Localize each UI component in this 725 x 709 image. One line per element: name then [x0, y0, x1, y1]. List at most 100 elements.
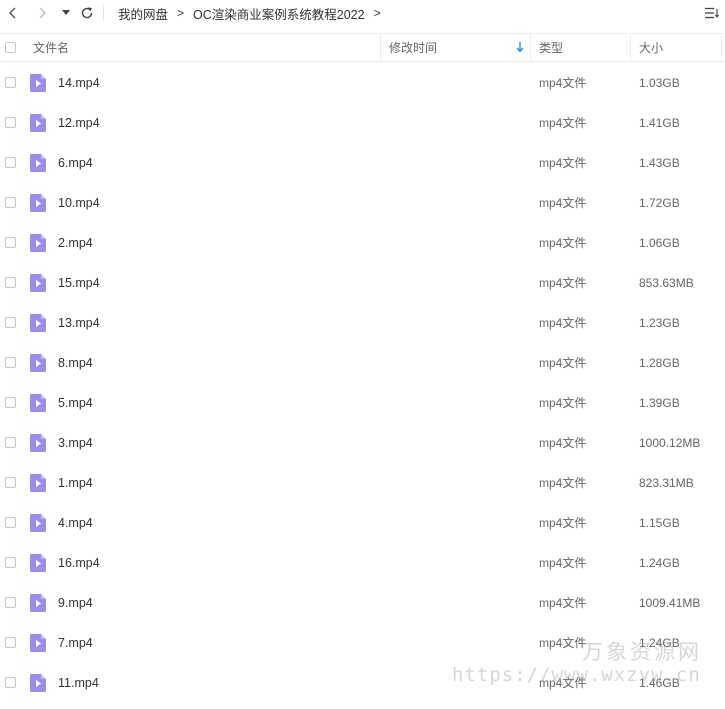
caret-down-icon — [62, 10, 70, 15]
file-row[interactable]: 9.mp4 mp4文件 1009.41MB — [0, 583, 725, 623]
file-row[interactable]: 2.mp4 mp4文件 1.06GB — [0, 223, 725, 263]
file-type: mp4文件 — [539, 396, 587, 410]
chevron-right-icon — [39, 7, 46, 19]
select-all-checkbox[interactable] — [5, 42, 16, 53]
file-name: 6.mp4 — [58, 156, 93, 170]
video-file-icon — [30, 234, 46, 252]
back-button[interactable] — [5, 3, 21, 23]
file-name: 13.mp4 — [58, 316, 100, 330]
forward-button[interactable] — [34, 3, 50, 23]
file-size: 1.43GB — [639, 156, 680, 170]
file-type: mp4文件 — [539, 236, 587, 250]
file-row-checkbox[interactable] — [5, 677, 16, 688]
file-row[interactable]: 7.mp4 mp4文件 1.24GB — [0, 623, 725, 663]
breadcrumb-item-folder[interactable]: OC渲染商业案例系统教程2022 — [193, 4, 365, 23]
video-file-icon — [30, 554, 46, 572]
column-header-name[interactable]: 文件名 — [24, 34, 381, 61]
column-header-size-label: 大小 — [639, 41, 664, 55]
file-row-checkbox[interactable] — [5, 277, 16, 288]
file-name: 15.mp4 — [58, 276, 100, 290]
column-header-size[interactable]: 大小 — [631, 34, 722, 61]
file-type: mp4文件 — [539, 76, 587, 90]
file-size: 1.28GB — [639, 356, 680, 370]
file-row[interactable]: 10.mp4 mp4文件 1.72GB — [0, 183, 725, 223]
file-size: 1.41GB — [639, 116, 680, 130]
file-row[interactable]: 3.mp4 mp4文件 1000.12MB — [0, 423, 725, 463]
video-file-icon — [30, 434, 46, 452]
file-size: 1.24GB — [639, 556, 680, 570]
file-row-checkbox[interactable] — [5, 437, 16, 448]
column-header-name-label: 文件名 — [33, 41, 70, 55]
refresh-icon — [81, 7, 93, 19]
file-row[interactable]: 16.mp4 mp4文件 1.24GB — [0, 543, 725, 583]
file-row-checkbox[interactable] — [5, 197, 16, 208]
video-file-icon — [30, 394, 46, 412]
file-row[interactable]: 12.mp4 mp4文件 1.41GB — [0, 103, 725, 143]
file-type: mp4文件 — [539, 476, 587, 490]
file-name: 2.mp4 — [58, 236, 93, 250]
column-header-type-label: 类型 — [539, 41, 564, 55]
file-list: 14.mp4 mp4文件 1.03GB 12.mp4 mp4文件 1.41GB … — [0, 63, 725, 703]
file-size: 1.03GB — [639, 76, 680, 90]
file-row-checkbox[interactable] — [5, 237, 16, 248]
file-size: 1.46GB — [639, 676, 680, 690]
file-size: 1009.41MB — [639, 596, 701, 610]
file-list-header: 文件名 修改时间 类型 大小 — [0, 33, 725, 62]
file-row-checkbox[interactable] — [5, 477, 16, 488]
column-header-modified[interactable]: 修改时间 — [381, 34, 531, 61]
file-row[interactable]: 8.mp4 mp4文件 1.28GB — [0, 343, 725, 383]
file-size: 823.31MB — [639, 476, 694, 490]
file-row[interactable]: 6.mp4 mp4文件 1.43GB — [0, 143, 725, 183]
breadcrumb-item-root[interactable]: 我的网盘 — [118, 4, 168, 23]
file-row-checkbox[interactable] — [5, 157, 16, 168]
file-size: 1.15GB — [639, 516, 680, 530]
breadcrumb-separator: > — [177, 6, 185, 20]
file-row-checkbox[interactable] — [5, 517, 16, 528]
refresh-button[interactable] — [78, 3, 96, 23]
file-name: 12.mp4 — [58, 116, 100, 130]
file-row[interactable]: 4.mp4 mp4文件 1.15GB — [0, 503, 725, 543]
video-file-icon — [30, 154, 46, 172]
file-size: 1.39GB — [639, 396, 680, 410]
file-row-checkbox[interactable] — [5, 77, 16, 88]
column-header-type[interactable]: 类型 — [531, 34, 631, 61]
file-name: 3.mp4 — [58, 436, 93, 450]
history-dropdown-button[interactable] — [59, 3, 73, 23]
file-row-checkbox[interactable] — [5, 357, 16, 368]
video-file-icon — [30, 674, 46, 692]
file-type: mp4文件 — [539, 596, 587, 610]
file-name: 4.mp4 — [58, 516, 93, 530]
file-size: 1000.12MB — [639, 436, 701, 450]
video-file-icon — [30, 314, 46, 332]
file-row[interactable]: 15.mp4 mp4文件 853.63MB — [0, 263, 725, 303]
view-mode-button[interactable] — [703, 4, 721, 22]
file-size: 1.06GB — [639, 236, 680, 250]
file-name: 5.mp4 — [58, 396, 93, 410]
file-row-checkbox[interactable] — [5, 317, 16, 328]
file-name: 8.mp4 — [58, 356, 93, 370]
file-row[interactable]: 13.mp4 mp4文件 1.23GB — [0, 303, 725, 343]
file-row[interactable]: 14.mp4 mp4文件 1.03GB — [0, 63, 725, 103]
video-file-icon — [30, 514, 46, 532]
video-file-icon — [30, 354, 46, 372]
video-file-icon — [30, 274, 46, 292]
video-file-icon — [30, 594, 46, 612]
file-row-checkbox[interactable] — [5, 117, 16, 128]
file-row[interactable]: 5.mp4 mp4文件 1.39GB — [0, 383, 725, 423]
video-file-icon — [30, 114, 46, 132]
breadcrumb: 我的网盘 > OC渲染商业案例系统教程2022 > — [118, 0, 390, 26]
select-all-cell — [5, 34, 19, 61]
file-row-checkbox[interactable] — [5, 397, 16, 408]
file-row[interactable]: 1.mp4 mp4文件 823.31MB — [0, 463, 725, 503]
video-file-icon — [30, 194, 46, 212]
file-row-checkbox[interactable] — [5, 557, 16, 568]
file-type: mp4文件 — [539, 356, 587, 370]
file-name: 7.mp4 — [58, 636, 93, 650]
file-type: mp4文件 — [539, 156, 587, 170]
file-size: 853.63MB — [639, 276, 694, 290]
list-view-icon — [705, 7, 719, 19]
file-row-checkbox[interactable] — [5, 597, 16, 608]
file-row-checkbox[interactable] — [5, 637, 16, 648]
file-row[interactable]: 11.mp4 mp4文件 1.46GB — [0, 663, 725, 703]
file-size: 1.23GB — [639, 316, 680, 330]
